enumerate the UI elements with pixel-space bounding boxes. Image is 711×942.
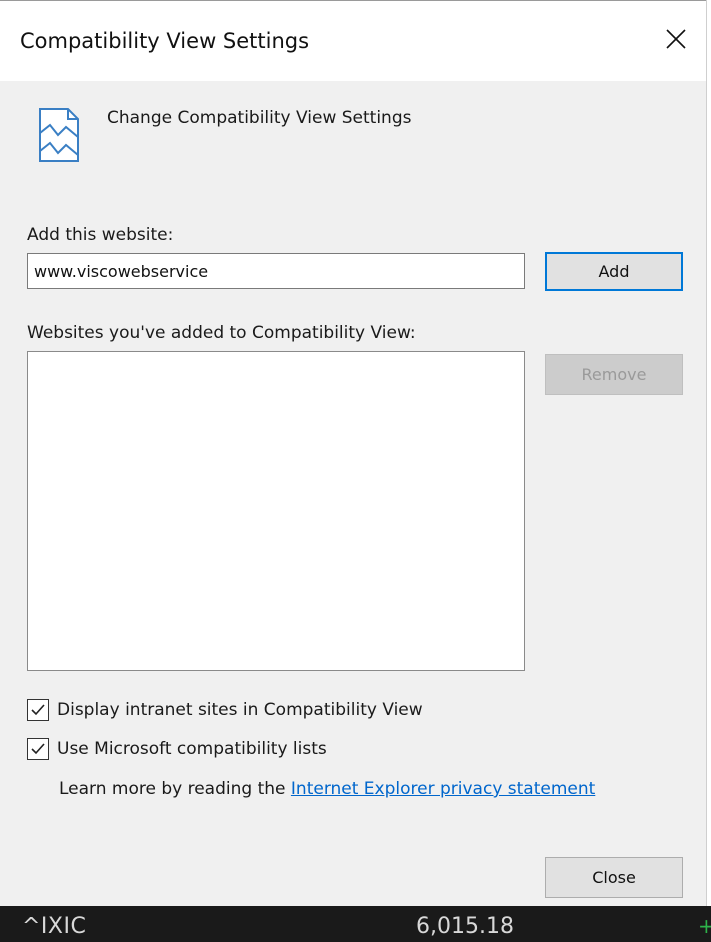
close-window-button[interactable] <box>658 21 694 57</box>
background-ticker: ^IXIC <box>22 914 87 939</box>
intranet-checkbox[interactable] <box>27 699 49 721</box>
learn-more-prefix: Learn more by reading the <box>59 779 286 799</box>
checkmark-icon <box>31 704 45 716</box>
learn-more-text: Learn more by reading the Internet Explo… <box>59 779 595 799</box>
intranet-option[interactable]: Display intranet sites in Compatibility … <box>27 699 423 721</box>
background-window-edge <box>706 0 711 906</box>
dialog-heading: Change Compatibility View Settings <box>107 108 412 128</box>
compatibility-view-icon <box>39 108 79 162</box>
title-bar: Compatibility View Settings <box>0 1 706 81</box>
privacy-statement-link[interactable]: Internet Explorer privacy statement <box>291 779 595 799</box>
compatibility-view-dialog: Compatibility View Settings Change Compa… <box>0 0 706 906</box>
add-button[interactable]: Add <box>545 252 683 291</box>
checkmark-icon <box>31 743 45 755</box>
added-websites-list[interactable] <box>27 351 525 671</box>
close-icon <box>666 29 686 49</box>
background-change-sign: + <box>698 914 711 938</box>
background-taskbar: ^IXIC 6,015.18 + <box>0 906 711 942</box>
ms-lists-checkbox[interactable] <box>27 738 49 760</box>
website-url-input[interactable] <box>27 253 525 289</box>
ms-lists-checkbox-label[interactable]: Use Microsoft compatibility lists <box>57 739 327 759</box>
remove-button: Remove <box>545 354 683 395</box>
intranet-checkbox-label[interactable]: Display intranet sites in Compatibility … <box>57 700 423 720</box>
added-websites-label: Websites you've added to Compatibility V… <box>27 323 416 343</box>
ms-lists-option[interactable]: Use Microsoft compatibility lists <box>27 738 327 760</box>
add-website-label: Add this website: <box>27 225 174 245</box>
close-button[interactable]: Close <box>545 857 683 898</box>
background-value: 6,015.18 <box>416 914 514 939</box>
window-title: Compatibility View Settings <box>20 29 310 53</box>
